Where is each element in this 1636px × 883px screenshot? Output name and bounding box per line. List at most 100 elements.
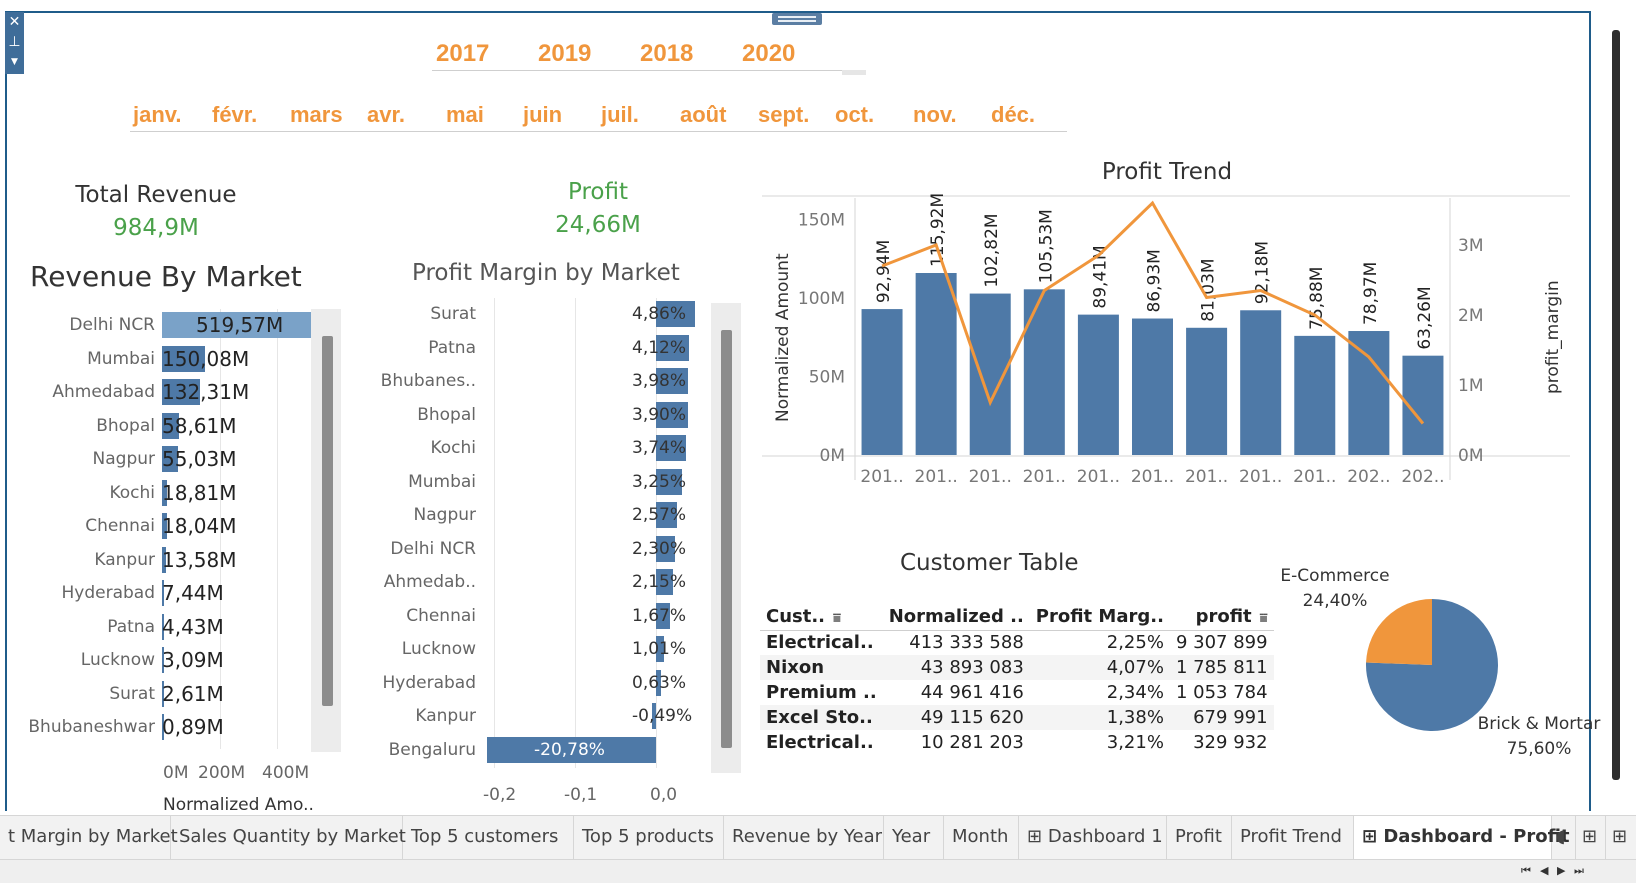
new-dashboard-icon[interactable]: ⊞: [1576, 816, 1606, 860]
profit-margin-data-label: 1,01%: [632, 639, 687, 659]
customer-table-title: Customer Table: [900, 550, 1079, 576]
new-sheet-icon[interactable]: ⊞: [1606, 816, 1636, 860]
trend-x-tick: 201..: [1239, 467, 1282, 487]
col-header-profit[interactable]: profit ⩸: [1169, 604, 1274, 631]
tab-top-5-products[interactable]: Top 5 products: [574, 816, 724, 860]
month-option[interactable]: juin: [523, 102, 562, 128]
tab-year[interactable]: Year: [884, 816, 944, 860]
table-cell: 413 333 588: [909, 632, 1024, 654]
last-sheet-icon[interactable]: ⏭: [1574, 864, 1584, 878]
month-option[interactable]: sept.: [758, 102, 809, 128]
year-option[interactable]: 2017: [436, 40, 489, 68]
tab-profit-margin-by-market[interactable]: t Margin by Market: [0, 816, 178, 860]
profit-margin-market-label: Kanpur: [415, 706, 476, 726]
month-option[interactable]: juil.: [601, 102, 639, 128]
table-cell: 10 281 203: [920, 732, 1024, 753]
table-row[interactable]: Electrical.. 10 281 203 3,21% 329 932: [760, 730, 1274, 755]
tab-dashboard-1[interactable]: ⊞ Dashboard 1: [1019, 816, 1167, 860]
trend-y2-tick: 0M: [1458, 446, 1483, 466]
col-header-customer[interactable]: Cust.. ⩸: [760, 604, 883, 631]
year-option[interactable]: 2020: [742, 40, 795, 68]
profit-margin-title: Profit Margin by Market: [412, 260, 680, 286]
profit-margin-market-label: Patna: [428, 337, 476, 358]
revenue-market-label: Mumbai: [87, 348, 155, 369]
profit-margin-gridline: [574, 298, 576, 768]
trend-bar[interactable]: [861, 309, 903, 455]
table-cell: Electrical..: [766, 732, 874, 753]
revenue-data-label: 519,57M: [196, 313, 284, 337]
sort-icon[interactable]: ⩸: [1260, 611, 1268, 626]
table-row[interactable]: Electrical.. 413 333 588 2,25% 9 307 899: [760, 630, 1274, 655]
drag-handle[interactable]: [772, 13, 822, 25]
month-option[interactable]: oct.: [835, 102, 874, 128]
revenue-market-label: Patna: [107, 616, 155, 637]
vertical-scrollbar[interactable]: [1612, 30, 1620, 780]
trend-bar[interactable]: [1240, 310, 1282, 455]
trend-bar[interactable]: [1186, 327, 1228, 455]
chevron-down-icon[interactable]: ▼: [5, 52, 24, 72]
tab-overflow-icon[interactable]: ◖: [1552, 816, 1576, 860]
trend-y2-tick: 2M: [1458, 306, 1483, 326]
profit-margin-scroll-thumb[interactable]: [721, 330, 732, 748]
month-option[interactable]: déc.: [991, 102, 1035, 128]
table-row[interactable]: Excel Sto.. 49 115 620 1,38% 679 991: [760, 705, 1274, 730]
trend-y-tick: 50M: [809, 368, 845, 388]
trend-y-tick: 150M: [798, 211, 845, 231]
revenue-data-label: 13,58M: [162, 547, 237, 572]
revenue-chart-scroll-thumb[interactable]: [322, 336, 333, 706]
table-row[interactable]: Premium .. 44 961 416 2,34% 1 053 784: [760, 680, 1274, 705]
month-option[interactable]: janv.: [133, 102, 182, 128]
trend-x-tick: 201..: [860, 467, 903, 487]
close-icon[interactable]: ✕: [5, 12, 24, 32]
month-option[interactable]: févr.: [212, 102, 257, 128]
year-option[interactable]: 2018: [640, 40, 693, 68]
year-filter: 2017 2019 2018 2020: [432, 38, 842, 71]
year-option[interactable]: 2019: [538, 40, 591, 68]
first-sheet-icon[interactable]: ⏮: [1521, 864, 1531, 878]
dashboard-icon: ⊞: [1362, 826, 1384, 847]
month-option[interactable]: nov.: [913, 102, 957, 128]
table-row[interactable]: Nixon 43 893 083 4,07% 1 785 811: [760, 655, 1274, 680]
year-filter-scrollbar[interactable]: [842, 70, 866, 75]
total-revenue-value: 984,9M: [113, 215, 199, 241]
trend-bar[interactable]: [1132, 318, 1173, 455]
month-option[interactable]: avr.: [367, 102, 405, 128]
revenue-data-label: 3,09M: [162, 648, 224, 672]
trend-bar[interactable]: [1077, 314, 1119, 455]
prev-sheet-icon[interactable]: ◀: [1540, 864, 1548, 877]
trend-bar-label: 92,94M: [874, 240, 894, 303]
trend-bar[interactable]: [1348, 331, 1390, 455]
trend-x-tick: 201..: [1293, 467, 1336, 487]
tab-month[interactable]: Month: [944, 816, 1019, 860]
status-bar: ⏮ ◀ ▶ ⏭: [0, 859, 1636, 883]
trend-bar-label: 78,97M: [1361, 262, 1381, 325]
sort-icon[interactable]: ⩸: [833, 611, 841, 626]
month-option[interactable]: mai: [446, 102, 484, 128]
trend-bar[interactable]: [1294, 335, 1336, 455]
tab-sales-quantity-by-market[interactable]: Sales Quantity by Market: [171, 816, 406, 860]
profit-margin-data-label: -20,78%: [534, 739, 605, 760]
col-header-profit-margin[interactable]: Profit Marg..: [1029, 604, 1170, 631]
profit-margin-axis-tick: 0,0: [650, 785, 678, 805]
trend-bar[interactable]: [915, 273, 957, 455]
trend-x-tick: 201..: [969, 467, 1012, 487]
revenue-data-label: 150,08M: [162, 346, 250, 371]
tab-profit[interactable]: Profit: [1167, 816, 1232, 860]
table-cell: 4,07%: [1029, 655, 1170, 680]
col-header-normalized[interactable]: Normalized ..: [882, 604, 1030, 631]
next-sheet-icon[interactable]: ▶: [1557, 864, 1565, 877]
trend-bar[interactable]: [1023, 289, 1065, 455]
profit-margin-data-label: 2,57%: [632, 505, 687, 525]
profit-margin-data-label: 4,86%: [632, 304, 687, 324]
profit-margin-data-label: 3,90%: [632, 404, 687, 425]
tab-top-5-customers[interactable]: Top 5 customers: [403, 816, 574, 860]
tab-dashboard-profit[interactable]: ⊞ Dashboard - Profit: [1354, 816, 1570, 860]
tab-profit-trend[interactable]: Profit Trend: [1232, 816, 1354, 860]
month-option[interactable]: août: [680, 102, 726, 128]
pin-icon[interactable]: ⊥: [5, 32, 24, 52]
trend-y2-tick: 3M: [1458, 236, 1483, 256]
month-option[interactable]: mars: [290, 102, 343, 128]
trend-x-tick: 201..: [1131, 467, 1174, 487]
profit-trend-chart: Profit Trend Normalized Amount profit_ma…: [762, 159, 1570, 487]
tab-revenue-by-year[interactable]: Revenue by Year: [724, 816, 884, 860]
